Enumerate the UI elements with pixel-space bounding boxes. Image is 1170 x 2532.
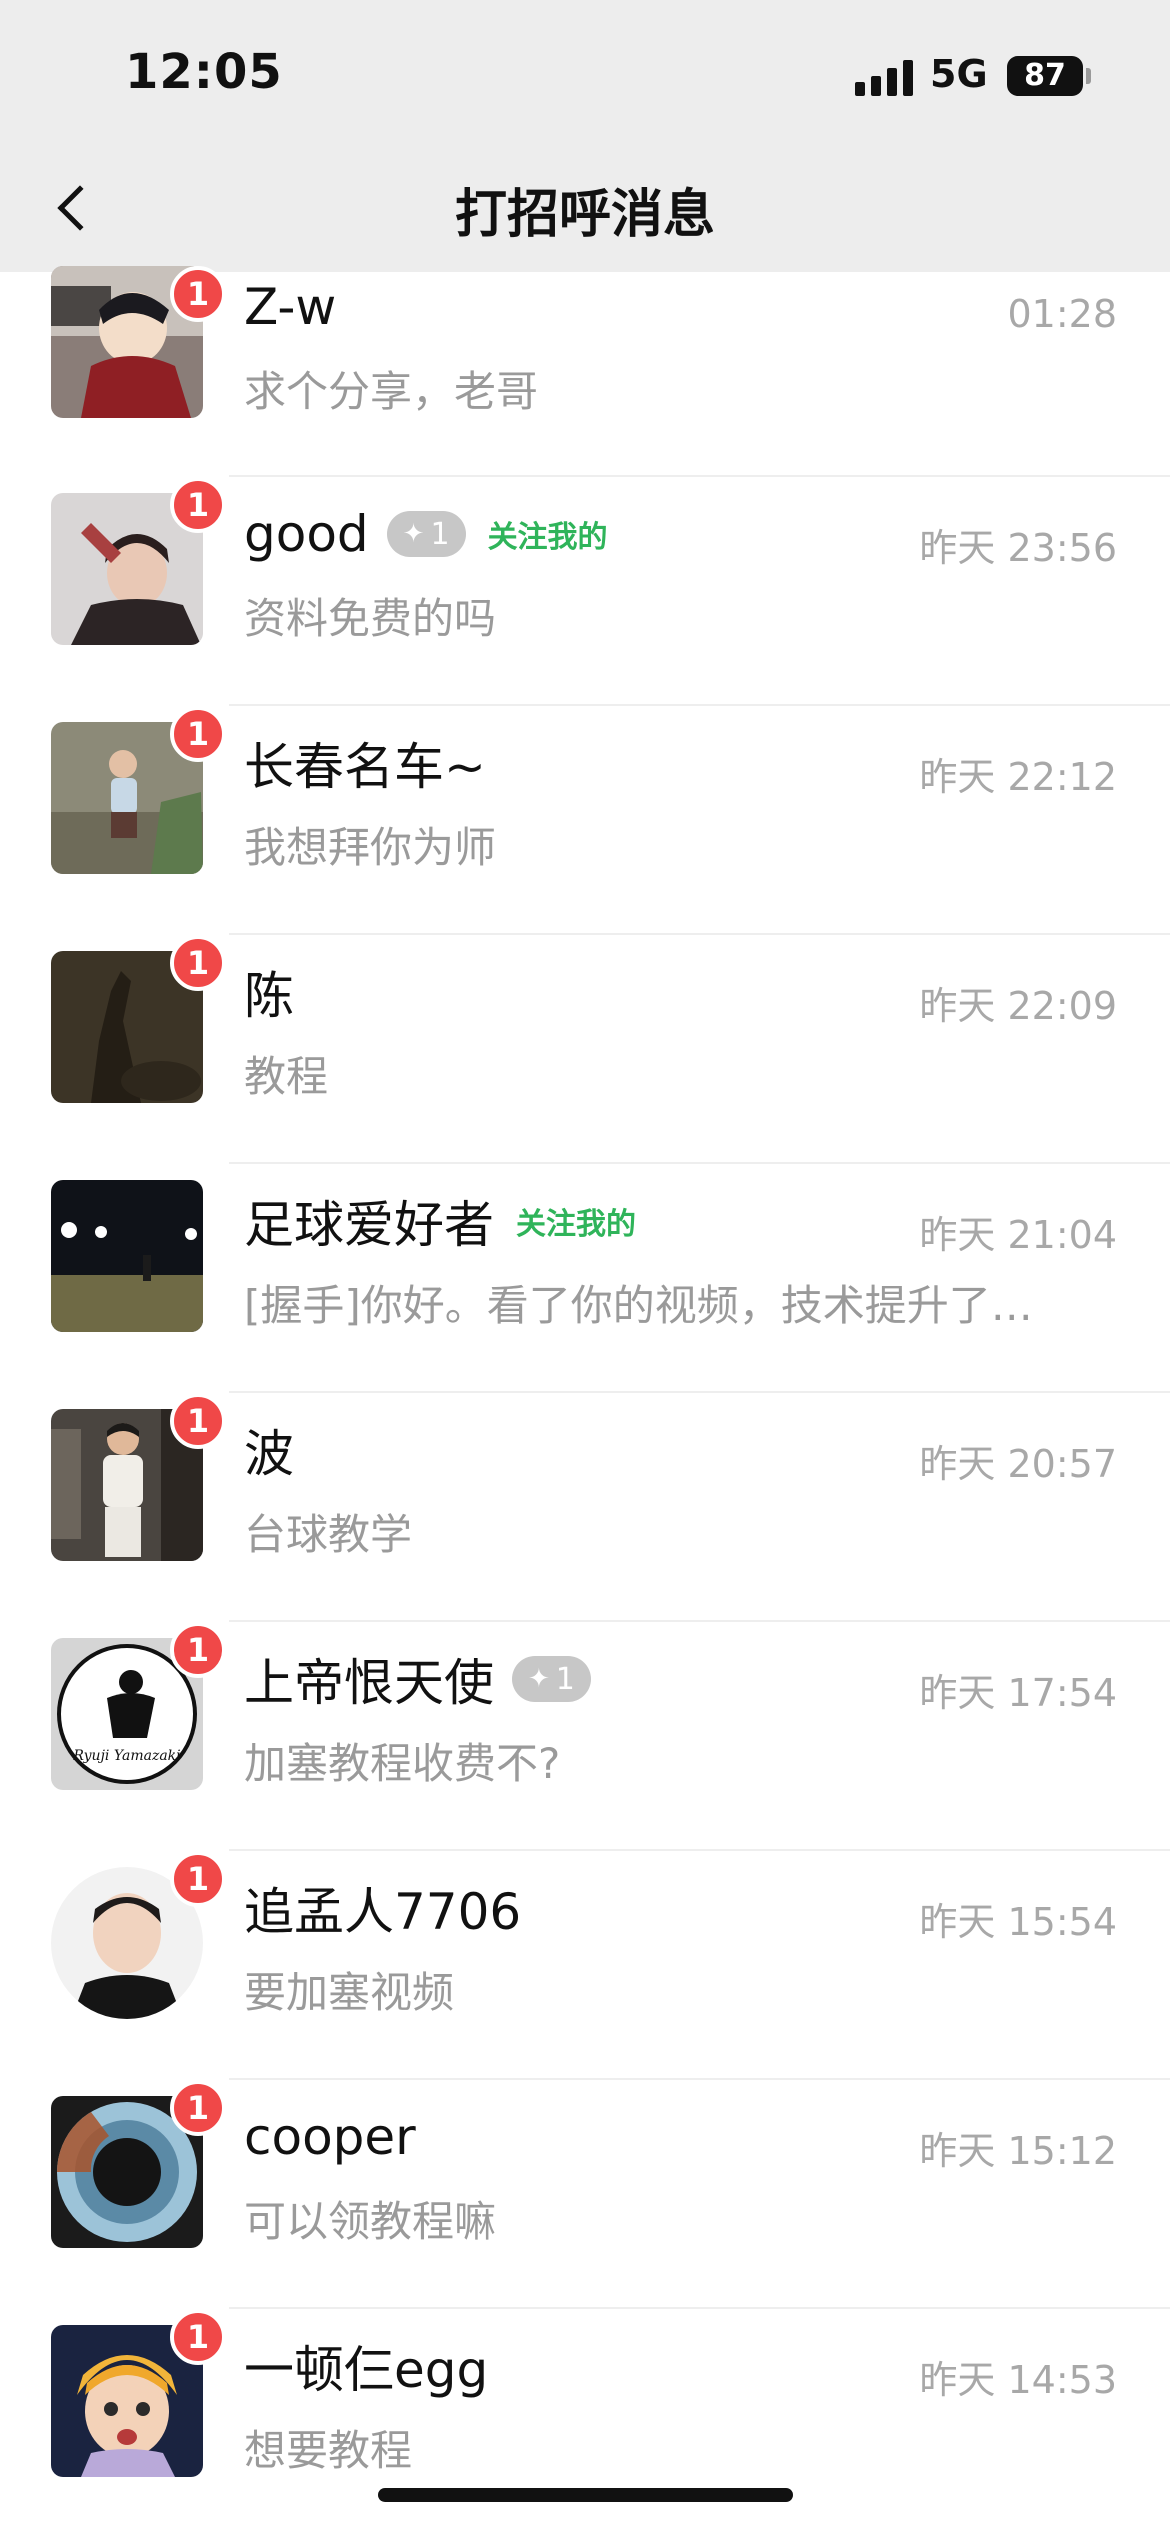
contact-name: cooper <box>244 2108 416 2166</box>
unread-badge: 1 <box>170 2309 226 2365</box>
unread-badge: 1 <box>170 1851 226 1907</box>
message-time: 昨天 22:09 <box>919 984 1117 1028</box>
unread-badge: 1 <box>170 477 226 533</box>
name-line: 陈 <box>244 957 294 1027</box>
list-item[interactable]: 1 cooper 昨天 15:12 可以领教程嘛 <box>0 2080 1170 2309</box>
message-preview: 求个分享，老哥 <box>244 367 539 416</box>
message-preview: 可以领教程嘛 <box>244 2197 497 2246</box>
tag-count: 1 <box>430 516 450 552</box>
unread-badge: 1 <box>170 2080 226 2136</box>
avatar[interactable] <box>51 1180 203 1332</box>
network-type: 5G <box>930 52 988 96</box>
message-time: 昨天 20:57 <box>919 1442 1117 1486</box>
list-item[interactable]: 1 good ✦ 1 关注我的 昨天 23:56 资料免费的吗 <box>0 477 1170 706</box>
contact-name: 陈 <box>244 967 294 1025</box>
battery-level: 87 <box>1024 58 1066 93</box>
name-line: 追孟人7706 <box>244 1873 521 1943</box>
name-line: 足球爱好者 关注我的 <box>244 1186 636 1256</box>
message-time: 01:28 <box>1007 292 1117 336</box>
message-preview: 我想拜你为师 <box>244 823 497 872</box>
message-preview: 加塞教程收费不? <box>244 1739 561 1788</box>
name-line: cooper <box>244 2102 416 2172</box>
message-preview: 要加塞视频 <box>244 1968 455 2017</box>
list-item[interactable]: 足球爱好者 关注我的 昨天 21:04 [握手]你好。看了你的视频，技术提升了… <box>0 1164 1170 1393</box>
message-preview: 台球教学 <box>244 1510 413 1559</box>
message-preview: 想要教程 <box>244 2426 413 2475</box>
unread-badge: 1 <box>170 1622 226 1678</box>
battery-tip <box>1086 68 1091 84</box>
name-line: 上帝恨天使 ✦ 1 <box>244 1644 591 1714</box>
name-line: 长春名车~ <box>244 728 486 798</box>
message-time: 昨天 23:56 <box>919 526 1117 570</box>
unread-badge: 1 <box>170 1393 226 1449</box>
message-time: 昨天 15:12 <box>919 2129 1117 2173</box>
follows-me-label: 关注我的 <box>516 1207 636 1242</box>
mutual-tag: ✦ 1 <box>512 1656 591 1702</box>
sparkle-icon: ✦ <box>528 1664 550 1694</box>
list-item[interactable]: 1 长春名车~ 昨天 22:12 我想拜你为师 <box>0 706 1170 935</box>
status-time: 12:05 <box>125 44 283 100</box>
contact-name: Z-w <box>244 278 337 336</box>
battery-icon: 87 <box>1007 56 1083 96</box>
message-time: 昨天 21:04 <box>919 1213 1117 1257</box>
message-preview: 教程 <box>244 1052 329 1101</box>
message-time: 昨天 17:54 <box>919 1671 1117 1715</box>
message-preview: [握手]你好。看了你的视频，技术提升了… <box>244 1281 1033 1330</box>
list-item[interactable]: 1 Z-w 01:28 求个分享，老哥 <box>0 266 1170 477</box>
contact-name: 长春名车~ <box>244 738 486 796</box>
name-line: good ✦ 1 关注我的 <box>244 499 608 569</box>
page-title: 打招呼消息 <box>454 185 715 245</box>
home-indicator[interactable] <box>378 2488 793 2502</box>
contact-name: 追孟人7706 <box>244 1883 522 1941</box>
sparkle-icon: ✦ <box>402 519 425 549</box>
message-time: 昨天 15:54 <box>919 1900 1117 1944</box>
list-item[interactable]: 1 追孟人7706 昨天 15:54 要加塞视频 <box>0 1851 1170 2080</box>
unread-badge: 1 <box>170 266 226 322</box>
name-line: Z-w <box>244 272 336 342</box>
list-item[interactable]: 1 陈 昨天 22:09 教程 <box>0 935 1170 1164</box>
unread-badge: 1 <box>170 706 226 762</box>
signal-icon <box>855 58 913 96</box>
message-preview: 资料免费的吗 <box>244 594 497 643</box>
nav-bar: 打招呼消息 <box>0 150 1170 272</box>
message-time: 昨天 22:12 <box>919 755 1117 799</box>
contact-name: 一顿仨egg <box>244 2341 489 2399</box>
contact-name: 足球爱好者 <box>244 1196 494 1254</box>
status-bar: 12:05 5G 87 <box>0 0 1170 150</box>
tag-count: 1 <box>555 1661 575 1697</box>
top-bar: 12:05 5G 87 打招呼消息 <box>0 0 1170 272</box>
list-item[interactable]: 1 波 昨天 20:57 台球教学 <box>0 1393 1170 1622</box>
avatar-signature: Ryuji Yamazaki <box>72 1748 180 1764</box>
list-item[interactable]: Ryuji Yamazaki 1 上帝恨天使 ✦ 1 昨天 17:54 加塞教程收… <box>0 1622 1170 1851</box>
contact-name: 波 <box>244 1425 294 1483</box>
message-time: 昨天 14:53 <box>919 2358 1117 2402</box>
mutual-tag: ✦ 1 <box>386 511 466 557</box>
contact-name: good <box>244 505 369 563</box>
name-line: 波 <box>244 1415 294 1485</box>
contact-name: 上帝恨天使 <box>244 1654 494 1712</box>
unread-badge: 1 <box>170 935 226 991</box>
follows-me-label: 关注我的 <box>487 520 608 555</box>
name-line: 一顿仨egg <box>244 2331 488 2401</box>
